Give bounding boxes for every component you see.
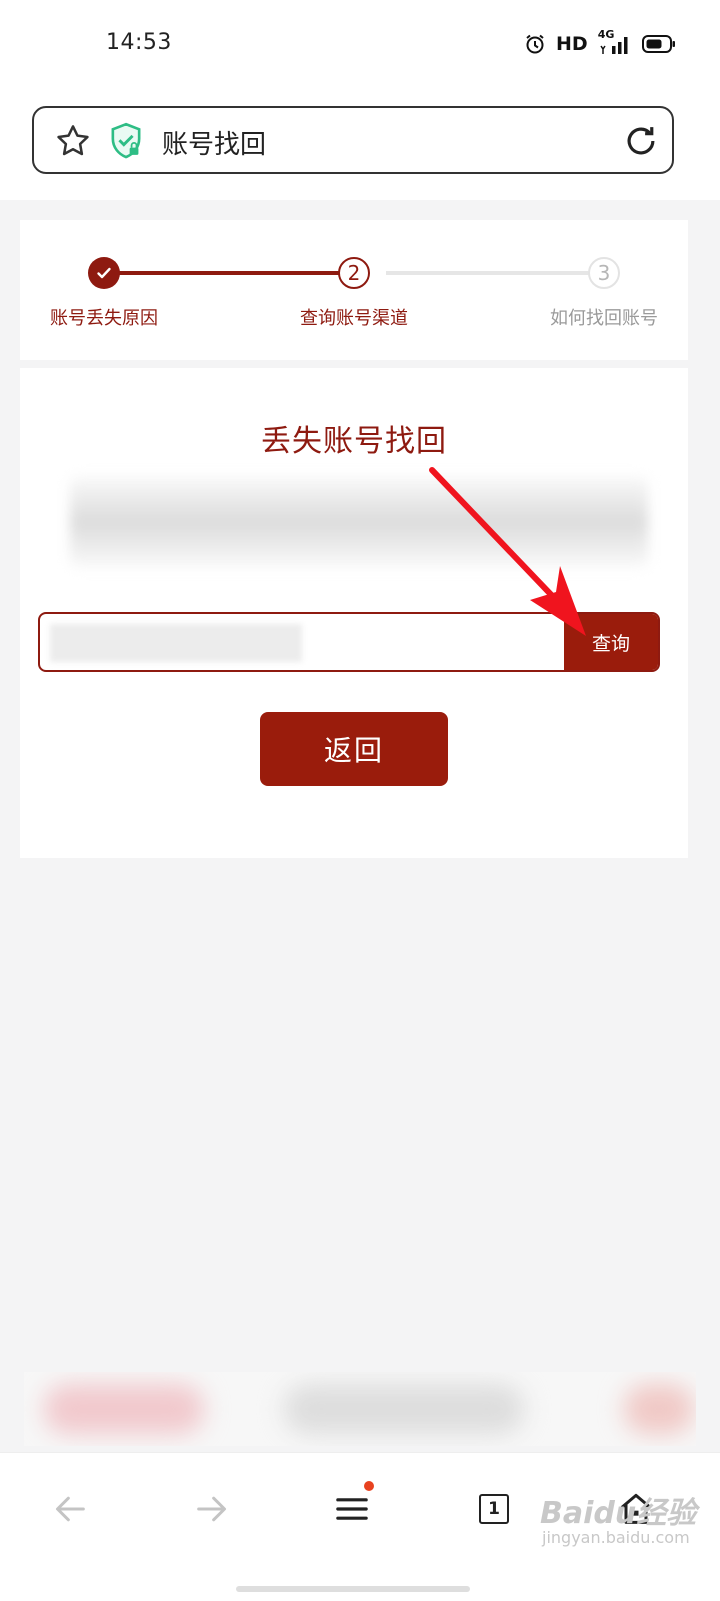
step-1-indicator xyxy=(88,257,120,289)
search-button[interactable]: 查询 xyxy=(564,614,658,670)
step-line-pending xyxy=(386,271,604,275)
card-title: 丢失账号找回 xyxy=(261,424,447,459)
step-2-label: 查询账号渠道 xyxy=(300,308,408,329)
tabs-icon: 1 xyxy=(479,1494,509,1524)
notification-dot xyxy=(364,1481,374,1491)
star-icon[interactable] xyxy=(54,122,92,160)
blurred-input-text xyxy=(50,624,302,662)
home-indicator xyxy=(236,1586,470,1592)
hd-indicator: HD xyxy=(556,33,588,55)
nav-tabs-button[interactable]: 1 xyxy=(466,1481,522,1537)
nav-forward-button[interactable] xyxy=(184,1481,240,1537)
blurred-content xyxy=(70,476,648,568)
baidu-watermark: Baidu经验 xyxy=(540,1496,697,1531)
nav-back-button[interactable] xyxy=(42,1481,98,1537)
back-arrow-icon xyxy=(56,1496,85,1522)
blurred-ad-banner xyxy=(24,1372,696,1446)
check-icon xyxy=(97,267,111,279)
status-time: 14:53 xyxy=(106,30,172,55)
back-button[interactable]: 返回 xyxy=(260,712,448,786)
battery-icon xyxy=(641,35,675,53)
address-bar[interactable]: 账号找回 xyxy=(32,106,674,174)
step-2-indicator: 2 xyxy=(338,257,370,289)
alarm-icon xyxy=(526,34,544,54)
step-progress: 2 3 账号丢失原因 查询账号渠道 如何找回账号 xyxy=(20,220,688,360)
watermark-url: jingyan.baidu.com xyxy=(542,1528,690,1547)
browser-top-bar: 14:53 HD 4G 账号找回 xyxy=(0,0,720,200)
page-title: 账号找回 xyxy=(162,130,267,160)
step-1-label: 账号丢失原因 xyxy=(50,308,158,329)
reload-icon[interactable] xyxy=(622,122,660,160)
step-line-done xyxy=(104,271,354,275)
signal-icon: 4G xyxy=(598,28,632,56)
step-3-indicator: 3 xyxy=(588,257,620,289)
step-3-label: 如何找回账号 xyxy=(550,308,658,329)
forward-arrow-icon xyxy=(197,1496,226,1522)
search-box: 查询 xyxy=(38,612,660,672)
shield-check-icon xyxy=(111,122,141,159)
account-recovery-card: 丢失账号找回 查询 返回 xyxy=(20,368,688,858)
menu-icon xyxy=(336,1498,368,1520)
nav-menu-button[interactable] xyxy=(324,1481,380,1537)
status-icons: HD 4G xyxy=(524,28,676,58)
